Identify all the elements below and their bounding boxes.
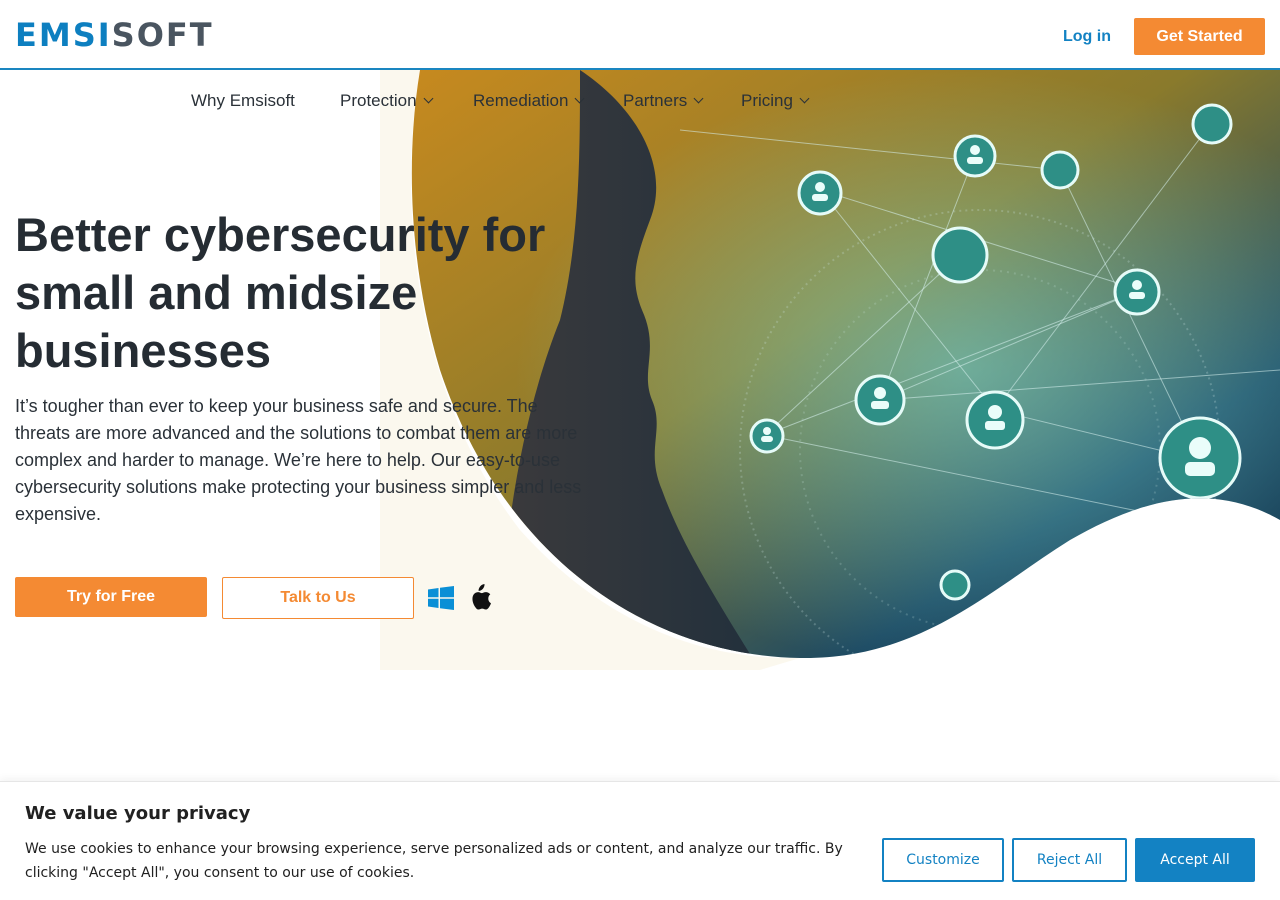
nav-label: Partners: [623, 91, 688, 110]
chevron-down-icon: [423, 93, 433, 104]
cookie-consent-banner: We value your privacy We use cookies to …: [0, 781, 1280, 900]
nav-item-remediation[interactable]: Remediation: [473, 88, 585, 114]
nav-item-protection[interactable]: Protection: [340, 88, 433, 114]
chevron-down-icon: [575, 93, 585, 104]
chevron-down-icon: [799, 93, 810, 104]
nav-item-why-emsisoft[interactable]: Why Emsisoft: [191, 88, 295, 114]
nav-label: Why Emsisoft: [191, 91, 295, 110]
accept-all-button[interactable]: Accept All: [1135, 838, 1255, 882]
get-started-button[interactable]: Get Started: [1134, 18, 1265, 55]
windows-icon: [428, 586, 454, 610]
hero-title: Better cybersecurity for small and midsi…: [15, 208, 546, 377]
hero-description: It’s tougher than ever to keep your busi…: [15, 396, 582, 524]
login-link[interactable]: Log in: [1063, 28, 1111, 46]
customize-button[interactable]: Customize: [882, 838, 1004, 882]
chevron-down-icon: [693, 93, 704, 104]
nav-item-pricing[interactable]: Pricing: [741, 88, 810, 114]
emsisoft-logo[interactable]: EMSISOFT: [15, 17, 214, 53]
nav-label: Remediation: [473, 91, 569, 110]
reject-all-button[interactable]: Reject All: [1012, 838, 1127, 882]
logo-part-soft: SOFT: [111, 16, 214, 54]
site-header: EMSISOFT Log in Get Started: [0, 0, 1280, 70]
talk-to-us-button[interactable]: Talk to Us: [222, 577, 414, 619]
nav-label: Pricing: [741, 91, 793, 110]
nav-item-partners[interactable]: Partners: [623, 88, 704, 114]
apple-icon: [472, 584, 491, 610]
nav-label: Protection: [340, 91, 417, 110]
cookie-title: We value your privacy: [25, 803, 251, 824]
logo-part-emsi: EMSI: [15, 16, 112, 54]
main-navigation: Why Emsisoft Protection Remediation Part…: [0, 88, 1280, 118]
try-for-free-button[interactable]: Try for Free: [15, 577, 207, 617]
cookie-description: We use cookies to enhance your browsing …: [25, 841, 843, 881]
